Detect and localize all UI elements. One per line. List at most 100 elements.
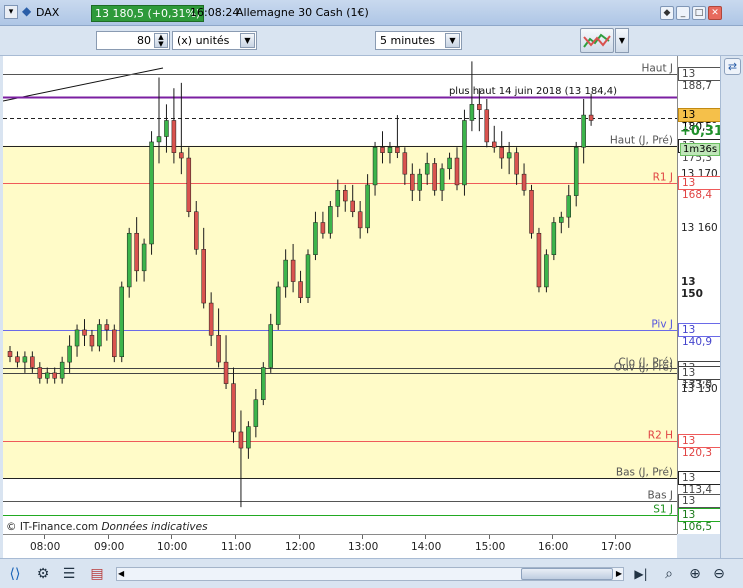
candle-body [164, 120, 169, 137]
units-select[interactable]: (x) unités ▼ [172, 31, 257, 50]
disclaimer-text: Données indicatives [101, 521, 208, 533]
clock-time: 16:08:24 [190, 6, 240, 19]
candle-body [350, 200, 355, 213]
candle-body [74, 329, 80, 347]
settings-icon[interactable]: ⚙ [34, 565, 52, 583]
candle-body [357, 211, 363, 229]
scrollbar-thumb[interactable] [521, 568, 613, 580]
candle-body [22, 356, 28, 363]
chevron-down-icon[interactable]: ▼ [445, 33, 460, 48]
indicator-icon [583, 33, 611, 48]
candle-body [231, 383, 236, 433]
candle-body [156, 136, 162, 143]
zoom-in-icon[interactable]: ⊕ [686, 565, 704, 583]
candle-body [37, 367, 43, 379]
candle-body [514, 152, 519, 175]
timeframe-label: 5 minutes [380, 34, 436, 47]
level-value-box: 13 109,2 [678, 493, 720, 519]
grid-icon[interactable]: ▤ [88, 565, 106, 583]
candle-body [119, 286, 124, 358]
change-percent: +0,31% [680, 123, 720, 139]
level-value-box: 13 188,7 [678, 66, 720, 92]
bookmark-icon: ◆ [22, 4, 32, 18]
instrument-name: Allemagne 30 Cash (1€) [236, 6, 369, 19]
right-toolbar: ⇄ [720, 56, 743, 588]
scroll-left-icon[interactable]: ◀ [118, 568, 124, 580]
x-tick-mark [362, 535, 363, 539]
arrow-right-end-icon[interactable]: ▶| [632, 565, 650, 583]
candle-body [320, 222, 326, 234]
candle-body [559, 216, 564, 223]
candle-body [201, 249, 206, 304]
candle-body [82, 329, 87, 336]
level-value-box: 13 113,4 [678, 471, 720, 496]
candle-body [380, 147, 385, 153]
source-text: © IT-Finance.com Données indicatives [6, 521, 208, 533]
close-icon[interactable]: ✕ [708, 6, 722, 20]
level-label: Haut (J, Pré) [610, 135, 673, 147]
candle-body [186, 157, 192, 213]
time-axis[interactable]: 08:00 09:00 10:00 11:00 12:00 13:00 14:00 15:00… [3, 534, 677, 558]
toolbar: 80 ▲ ▼ (x) unités ▼ 5 minutes ▼ ▼ [0, 26, 743, 56]
x-tick-mark [44, 535, 45, 539]
chevron-down-icon[interactable]: ▼ [240, 33, 255, 48]
candle-body [134, 232, 139, 272]
x-tick-mark [552, 535, 553, 539]
quantity-stepper[interactable]: 80 ▲ ▼ [96, 31, 170, 50]
trend-line [3, 67, 164, 102]
level-value-box: 13 140,9 [678, 323, 720, 348]
pin-icon[interactable]: ◆ [660, 6, 674, 20]
level-value-box: 13 106,5 [678, 508, 720, 533]
window-menu-icon[interactable]: ▾ [4, 5, 18, 19]
candle-body [261, 367, 266, 400]
candle-body [67, 345, 72, 363]
x-tick-mark [235, 535, 236, 539]
x-tick-mark [171, 535, 172, 539]
candle-body [283, 259, 288, 288]
candle-body [335, 190, 341, 207]
quantity-value: 80 [137, 34, 151, 47]
candle-body [298, 281, 303, 298]
candle-body [447, 157, 452, 170]
chart-canvas[interactable]: Haut JHaut (J, Pré)R1 JPiv JClo (J, Pré)… [3, 56, 677, 534]
share-icon[interactable]: ⟨⟩ [6, 565, 24, 583]
x-tick-label: 09:00 [94, 541, 125, 553]
list-icon[interactable]: ☰ [60, 565, 78, 583]
horizontal-scrollbar[interactable]: ◀ ▶ [116, 567, 624, 581]
candle-body [268, 324, 273, 368]
minimize-icon[interactable]: _ [676, 6, 690, 20]
candle-body [387, 147, 393, 153]
x-tick-mark [425, 535, 426, 539]
x-tick-label: 16:00 [538, 541, 569, 553]
level-label: S1 J [653, 504, 673, 516]
zoom-out-icon[interactable]: ⊖ [710, 565, 728, 583]
candle-body [395, 147, 400, 153]
x-tick-mark [108, 535, 109, 539]
high-note: plus haut 14 juin 2018 (13 184,4) [449, 86, 617, 97]
indicator-button[interactable] [580, 28, 614, 53]
candle-body [462, 120, 467, 186]
maximize-icon[interactable]: □ [692, 6, 706, 20]
x-tick-mark [299, 535, 300, 539]
candle-body [529, 190, 534, 234]
timeframe-select[interactable]: 5 minutes ▼ [375, 31, 462, 50]
title-bar: ▾ ◆ DAX 13 180,5 (+0,31%) 16:08:24 Allem… [0, 0, 743, 26]
stepper-arrows-icon[interactable]: ▲ ▼ [154, 33, 168, 48]
candle-body [246, 426, 251, 449]
candle-body [305, 254, 311, 298]
candle-body [492, 141, 497, 148]
sync-icon[interactable]: ⇄ [724, 58, 741, 75]
level-value-box: 13 168,4 [678, 175, 720, 201]
scroll-right-icon[interactable]: ▶ [616, 568, 622, 580]
price-axis[interactable]: 13 18013 17013 16013 15013 13013 188,713… [677, 56, 720, 534]
zoom-fit-icon[interactable]: ⌕ [660, 565, 678, 583]
x-tick-label: 13:00 [348, 541, 379, 553]
candle-body [216, 335, 221, 363]
indicator-menu-button[interactable]: ▼ [615, 28, 629, 53]
price-chart[interactable]: Haut J Haut (J, Pré) R1 J Piv J Clo (J, Pré)… [3, 56, 677, 534]
units-select-label: (x) unités [177, 34, 230, 47]
x-tick-label: 15:00 [475, 541, 506, 553]
x-tick-mark [489, 535, 490, 539]
candle-body [551, 222, 557, 255]
x-tick-label: 11:00 [221, 541, 252, 553]
